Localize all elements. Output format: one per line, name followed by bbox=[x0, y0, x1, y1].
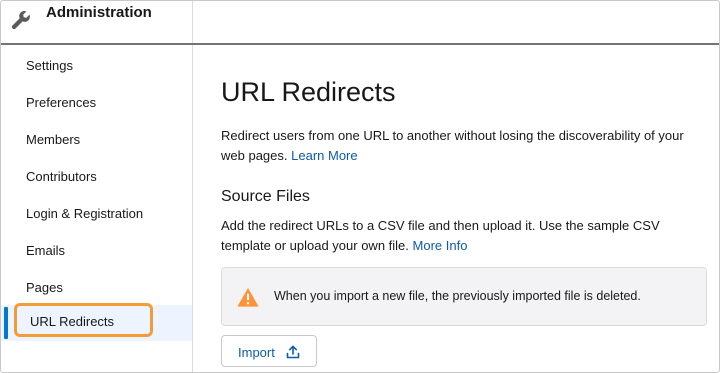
section-title: Source Files bbox=[221, 188, 310, 205]
sidebar-item-label: Preferences bbox=[26, 95, 97, 110]
sidebar-item-settings[interactable]: Settings bbox=[1, 51, 192, 81]
upload-icon bbox=[286, 345, 300, 359]
more-info-link[interactable]: More Info bbox=[413, 238, 468, 253]
sidebar-item-label: Emails bbox=[26, 243, 66, 258]
page-description: Redirect users from one URL to another w… bbox=[221, 126, 701, 166]
wrench-icon bbox=[11, 11, 30, 30]
import-button-label: Import bbox=[238, 345, 275, 360]
sidebar-item-contributors[interactable]: Contributors bbox=[1, 162, 192, 192]
sidebar-item-pages[interactable]: Pages bbox=[1, 273, 192, 303]
sidebar-item-label: URL Redirects bbox=[30, 314, 115, 329]
admin-header: Administration bbox=[1, 1, 193, 43]
sidebar-item-preferences[interactable]: Preferences bbox=[1, 88, 192, 118]
sidebar-item-label: Members bbox=[26, 132, 81, 147]
sidebar-item-label: Pages bbox=[26, 280, 63, 295]
sidebar-item-url-redirects[interactable]: URL Redirects bbox=[1, 305, 192, 341]
main-content: URL Redirects Redirect users from one UR… bbox=[193, 45, 719, 372]
sidebar-item-members[interactable]: Members bbox=[1, 125, 192, 155]
sidebar-item-label: Settings bbox=[26, 58, 73, 73]
sidebar-item-emails[interactable]: Emails bbox=[1, 236, 192, 266]
top-bar bbox=[193, 1, 719, 43]
import-button[interactable]: Import bbox=[221, 335, 317, 367]
warning-icon bbox=[237, 288, 259, 307]
sidebar-nav: Settings Preferences Members Contributor… bbox=[1, 45, 193, 372]
learn-more-link[interactable]: Learn More bbox=[291, 148, 357, 163]
app-window: Administration Settings Preferences Memb… bbox=[0, 0, 720, 373]
active-indicator bbox=[4, 307, 8, 339]
page-title: URL Redirects bbox=[221, 77, 396, 107]
notice-text: When you import a new file, the previous… bbox=[274, 289, 641, 303]
warning-notice: When you import a new file, the previous… bbox=[221, 267, 707, 326]
sidebar-item-label: Contributors bbox=[26, 169, 97, 184]
admin-title: Administration bbox=[46, 4, 152, 21]
sidebar-item-label: Login & Registration bbox=[26, 206, 144, 221]
section-description: Add the redirect URLs to a CSV file and … bbox=[221, 216, 701, 256]
sidebar-item-login-registration[interactable]: Login & Registration bbox=[1, 199, 192, 229]
